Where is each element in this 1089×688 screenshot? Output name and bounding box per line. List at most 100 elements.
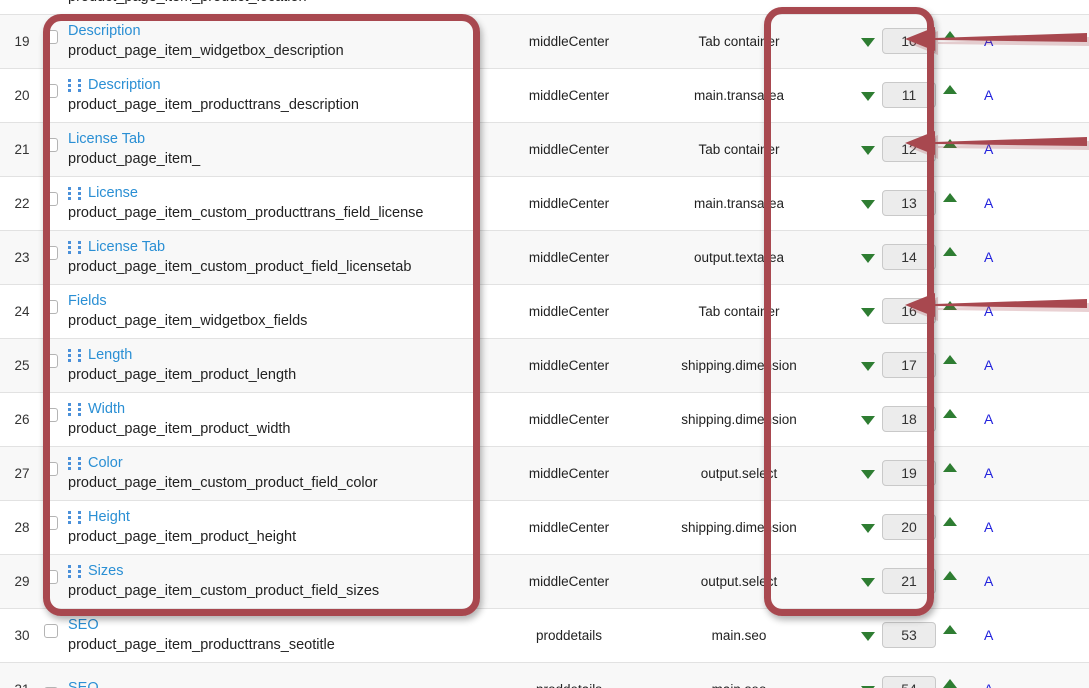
drag-handle-icon[interactable]	[78, 78, 81, 92]
action-link[interactable]: A	[984, 195, 993, 211]
table-row[interactable]: 18 product_page_item_product_location A	[0, 0, 1089, 15]
order-up-arrow-icon[interactable]	[943, 408, 957, 418]
action-link[interactable]: A	[984, 465, 993, 481]
table-row[interactable]: 19 Description product_page_item_widgetbox…	[0, 14, 1089, 69]
action-link[interactable]: A	[984, 627, 993, 643]
table-row[interactable]: 30 SEO product_page_item_producttrans_seot…	[0, 608, 1089, 663]
order-down-arrow-icon[interactable]	[861, 92, 875, 101]
drag-handle-icon[interactable]	[78, 348, 81, 362]
order-down-arrow-icon[interactable]	[861, 470, 875, 479]
action-link[interactable]: A	[984, 87, 993, 103]
order-up-arrow-icon[interactable]	[943, 516, 957, 526]
checkbox-icon[interactable]	[44, 569, 58, 584]
drag-handle-icon[interactable]	[78, 510, 81, 524]
checkbox-icon[interactable]	[44, 515, 58, 530]
table-row[interactable]: 31 SEO proddetailsmain.seo 54 A	[0, 662, 1089, 688]
table-row[interactable]: 25 Length product_page_item_product_length…	[0, 338, 1089, 393]
drag-handle-icon[interactable]	[68, 348, 71, 362]
drag-handle-icon[interactable]	[68, 78, 71, 92]
order-down-arrow-icon[interactable]	[861, 308, 875, 317]
field-title-link[interactable]: Width	[88, 399, 125, 420]
drag-handle-icon[interactable]	[78, 240, 81, 254]
order-down-arrow-icon[interactable]	[861, 254, 875, 263]
field-title-link[interactable]: Color	[88, 453, 123, 474]
order-up-arrow-icon[interactable]	[943, 138, 957, 148]
field-title-link[interactable]: SEO	[68, 615, 99, 636]
order-input[interactable]: 21	[882, 568, 936, 594]
order-up-arrow-icon[interactable]	[943, 84, 957, 94]
field-title-link[interactable]: License Tab	[68, 129, 145, 150]
order-input[interactable]: 12	[882, 136, 936, 162]
checkbox-icon[interactable]	[44, 245, 58, 260]
action-link[interactable]: A	[984, 249, 993, 265]
drag-handle-icon[interactable]	[68, 564, 71, 578]
drag-handle-icon[interactable]	[68, 240, 71, 254]
field-title-link[interactable]: License Tab	[88, 237, 165, 258]
checkbox-icon[interactable]	[44, 353, 58, 368]
order-down-arrow-icon[interactable]	[861, 416, 875, 425]
table-row[interactable]: 29 Sizes product_page_item_custom_product_…	[0, 554, 1089, 609]
field-title-link[interactable]: License	[88, 183, 138, 204]
order-up-arrow-icon[interactable]	[943, 570, 957, 580]
order-up-arrow-icon[interactable]	[943, 462, 957, 472]
checkbox-icon[interactable]	[44, 623, 58, 638]
checkbox-icon[interactable]	[44, 191, 58, 206]
order-input[interactable]: 19	[882, 460, 936, 486]
field-title-link[interactable]: Description	[88, 75, 161, 96]
order-input[interactable]: 18	[882, 406, 936, 432]
action-link[interactable]: A	[984, 573, 993, 589]
order-input[interactable]: 10	[882, 28, 936, 54]
drag-handle-icon[interactable]	[68, 402, 71, 416]
drag-handle-icon[interactable]	[78, 402, 81, 416]
table-row[interactable]: 21 License Tab product_page_item_ middleCen…	[0, 122, 1089, 177]
order-input[interactable]: 20	[882, 514, 936, 540]
action-link[interactable]: A	[984, 411, 993, 427]
order-input[interactable]: 53	[882, 622, 936, 648]
table-row[interactable]: 27 Color product_page_item_custom_product_…	[0, 446, 1089, 501]
order-up-arrow-icon[interactable]	[943, 30, 957, 40]
order-input[interactable]: 13	[882, 190, 936, 216]
order-up-arrow-icon[interactable]	[943, 678, 957, 688]
order-up-arrow-icon[interactable]	[943, 192, 957, 202]
order-up-arrow-icon[interactable]	[943, 354, 957, 364]
order-down-arrow-icon[interactable]	[861, 632, 875, 641]
drag-handle-icon[interactable]	[68, 186, 71, 200]
drag-handle-icon[interactable]	[68, 456, 71, 470]
order-up-arrow-icon[interactable]	[943, 246, 957, 256]
order-input[interactable]: 14	[882, 244, 936, 270]
drag-handle-icon[interactable]	[68, 510, 71, 524]
order-down-arrow-icon[interactable]	[861, 200, 875, 209]
drag-handle-icon[interactable]	[78, 186, 81, 200]
field-title-link[interactable]: Length	[88, 345, 132, 366]
order-input[interactable]: 11	[882, 82, 936, 108]
checkbox-icon[interactable]	[44, 29, 58, 44]
action-link[interactable]: A	[984, 681, 993, 688]
order-input[interactable]: 54	[882, 676, 936, 688]
order-down-arrow-icon[interactable]	[861, 524, 875, 533]
table-row[interactable]: 20 Description product_page_item_producttr…	[0, 68, 1089, 123]
order-up-arrow-icon[interactable]	[943, 624, 957, 634]
table-row[interactable]: 22 License product_page_item_custom_produc…	[0, 176, 1089, 231]
order-down-arrow-icon[interactable]	[861, 146, 875, 155]
action-link[interactable]: A	[984, 357, 993, 373]
order-input[interactable]: 17	[882, 352, 936, 378]
checkbox-icon[interactable]	[44, 137, 58, 152]
field-title-link[interactable]: Height	[88, 507, 130, 528]
field-title-link[interactable]: Fields	[68, 291, 107, 312]
checkbox-icon[interactable]	[44, 83, 58, 98]
action-link[interactable]: A	[984, 303, 993, 319]
table-row[interactable]: 28 Height product_page_item_product_height…	[0, 500, 1089, 555]
checkbox-icon[interactable]	[44, 299, 58, 314]
drag-handle-icon[interactable]	[78, 456, 81, 470]
order-input[interactable]: 16	[882, 298, 936, 324]
checkbox-icon[interactable]	[44, 407, 58, 422]
table-row[interactable]: 24 Fields product_page_item_widgetbox_fiel…	[0, 284, 1089, 339]
order-up-arrow-icon[interactable]	[943, 300, 957, 310]
table-row[interactable]: 26 Width product_page_item_product_width mi…	[0, 392, 1089, 447]
order-down-arrow-icon[interactable]	[861, 38, 875, 47]
field-title-link[interactable]: Description	[68, 21, 141, 42]
action-link[interactable]: A	[984, 141, 993, 157]
checkbox-icon[interactable]	[44, 461, 58, 476]
action-link[interactable]: A	[984, 33, 993, 49]
drag-handle-icon[interactable]	[78, 564, 81, 578]
